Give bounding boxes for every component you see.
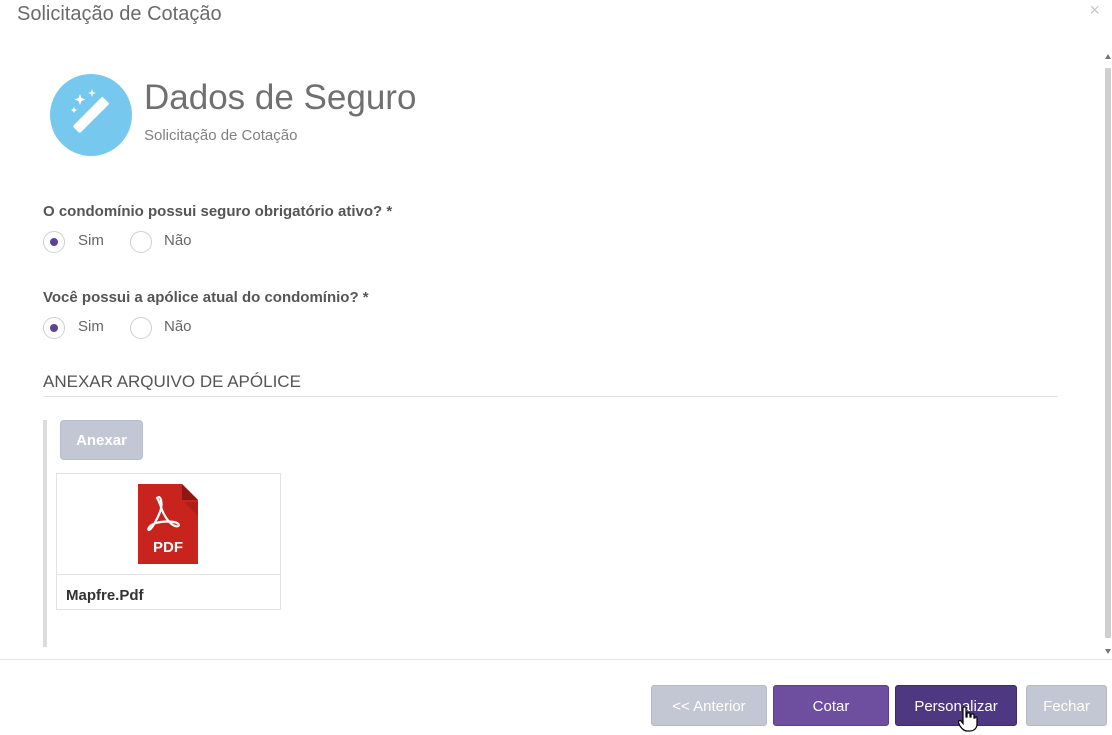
quote-button[interactable]: Cotar xyxy=(773,685,889,726)
scroll-down-arrow-icon[interactable] xyxy=(1105,649,1111,654)
radio-active-insurance-nao[interactable] xyxy=(130,231,152,253)
pdf-file-icon: PDF xyxy=(138,484,198,564)
attach-button[interactable]: Anexar xyxy=(60,420,143,460)
file-preview[interactable]: PDF xyxy=(57,474,280,575)
question-current-policy-label: Você possui a apólice atual do condomíni… xyxy=(43,289,369,306)
close-button[interactable]: Fechar xyxy=(1026,685,1107,726)
footer-divider xyxy=(0,659,1112,660)
customize-button[interactable]: Personalizar xyxy=(895,685,1017,726)
radio-label-nao[interactable]: Não xyxy=(164,232,192,249)
close-icon[interactable]: × xyxy=(1089,0,1100,21)
radio-label-nao[interactable]: Não xyxy=(164,318,192,335)
scroll-up-arrow-icon[interactable] xyxy=(1105,54,1111,59)
scrollbar[interactable] xyxy=(1104,50,1112,656)
radio-label-sim[interactable]: Sim xyxy=(78,232,104,249)
file-card[interactable]: PDF Mapfre.Pdf xyxy=(56,473,281,610)
attach-section-title: ANEXAR ARQUIVO DE APÓLICE xyxy=(43,372,301,391)
pdf-icon-text: PDF xyxy=(153,539,183,556)
previous-button[interactable]: << Anterior xyxy=(651,685,767,726)
radio-label-sim[interactable]: Sim xyxy=(78,318,104,335)
attach-area-border xyxy=(43,420,47,647)
scroll-thumb[interactable] xyxy=(1105,68,1111,638)
magic-wand-icon xyxy=(71,89,110,133)
page-title: Dados de Seguro xyxy=(144,78,417,117)
header-icon-circle xyxy=(50,74,132,156)
file-name[interactable]: Mapfre.Pdf xyxy=(66,587,144,604)
radio-current-policy-nao[interactable] xyxy=(130,317,152,339)
modal-title: Solicitação de Cotação xyxy=(17,3,222,25)
section-divider xyxy=(43,396,1058,397)
page-subtitle: Solicitação de Cotação xyxy=(144,127,298,144)
hand-pointer-cursor-icon xyxy=(958,706,978,732)
question-active-insurance-label: O condomínio possui seguro obrigatório a… xyxy=(43,203,393,220)
radio-current-policy-sim[interactable] xyxy=(43,317,65,339)
radio-active-insurance-sim[interactable] xyxy=(43,231,65,253)
